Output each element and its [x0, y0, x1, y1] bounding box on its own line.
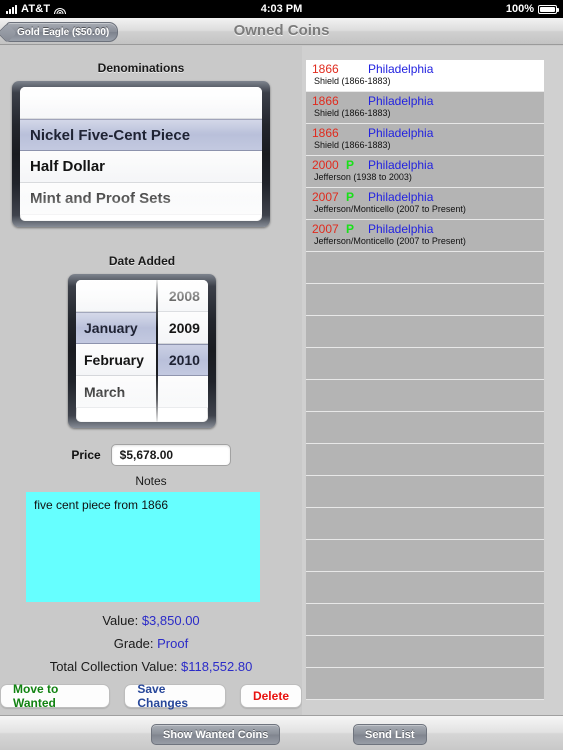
coin-year: 2000 — [312, 158, 339, 172]
date-added-section: Date Added January February March 2008 2… — [68, 254, 216, 428]
value-row: Value: $3,850.00 — [0, 613, 302, 628]
navigation-bar: Gold Eagle ($50.00) Owned Coins — [0, 18, 563, 45]
denominations-option[interactable] — [20, 87, 262, 119]
denominations-option[interactable]: Mint and Proof Sets — [20, 183, 262, 215]
price-input[interactable]: $5,678.00 — [110, 444, 231, 466]
price-label: Price — [71, 448, 101, 462]
date-added-picker[interactable]: January February March 2008 2009 2010 — [68, 274, 216, 428]
coin-mint-city: Philadelphia — [368, 222, 434, 236]
month-option[interactable] — [76, 280, 156, 312]
coin-mint-mark: P — [346, 190, 355, 204]
coin-list-empty-row[interactable] — [306, 380, 544, 412]
coin-list-pane[interactable]: 1866 Philadelphia Shield (1866-1883) 1866 Ph… — [302, 46, 563, 715]
coin-mint-city: Philadelphia — [368, 62, 434, 76]
app-root: AT&T 4:03 PM 100% Gold Eagle ($50.00) Ow… — [0, 0, 563, 750]
coin-description: Shield (1866-1883) — [314, 140, 391, 150]
date-added-wheel[interactable]: January February March 2008 2009 2010 — [76, 280, 208, 422]
value-amount: $3,850.00 — [141, 613, 200, 628]
coin-mint-mark: P — [346, 222, 355, 236]
coin-list-empty-row[interactable] — [306, 508, 544, 540]
denominations-option-selected[interactable]: Nickel Five-Cent Piece — [20, 119, 262, 151]
denominations-section: Denominations Nickel Five-Cent Piece Hal… — [12, 61, 270, 227]
month-option[interactable]: February — [76, 344, 156, 376]
coin-mint-city: Philadelphia — [368, 190, 434, 204]
status-bar: AT&T 4:03 PM 100% — [0, 0, 563, 18]
coin-list-empty-row[interactable] — [306, 252, 544, 284]
grade-value: Proof — [157, 636, 189, 651]
coin-list-empty-row[interactable] — [306, 348, 544, 380]
coin-list-empty-row[interactable] — [306, 572, 544, 604]
coin-list-empty-row[interactable] — [306, 412, 544, 444]
coin-mint-city: Philadelphia — [368, 94, 434, 108]
battery-percent-label: 100% — [505, 3, 534, 15]
notes-input[interactable]: five cent piece from 1866 — [26, 492, 260, 602]
coin-list-row[interactable]: 2007 P Philadelphia Jefferson/Monticello (2… — [306, 188, 544, 220]
coin-list-empty-row[interactable] — [306, 476, 544, 508]
status-bar-clock: 4:03 PM — [260, 3, 303, 15]
coin-list-row[interactable]: 1866 Philadelphia Shield (1866-1883) — [306, 60, 544, 92]
year-option[interactable] — [157, 376, 208, 408]
coin-year: 1866 — [312, 126, 339, 140]
value-label: Value: — [102, 613, 142, 628]
total-collection-value-label: Total Collection Value: — [49, 659, 181, 674]
show-wanted-coins-button[interactable]: Show Wanted Coins — [151, 724, 281, 745]
coin-list-empty-row[interactable] — [306, 316, 544, 348]
detail-pane: Denominations Nickel Five-Cent Piece Hal… — [0, 46, 302, 715]
denominations-label: Denominations — [97, 61, 185, 75]
coin-mint-mark: P — [346, 158, 355, 172]
coin-year: 1866 — [312, 94, 339, 108]
year-column[interactable]: 2008 2009 2010 — [157, 280, 208, 422]
coin-description: Jefferson/Monticello (2007 to Present) — [314, 236, 466, 246]
month-option[interactable]: March — [76, 376, 156, 408]
coin-list-row[interactable]: 1866 Philadelphia Shield (1866-1883) — [306, 92, 544, 124]
status-bar-right: 100% — [505, 3, 559, 15]
denominations-picker[interactable]: Nickel Five-Cent Piece Half Dollar Mint … — [12, 81, 270, 227]
coin-list-row[interactable]: 2007 P Philadelphia Jefferson/Monticello (2… — [306, 220, 544, 252]
coin-year: 1866 — [312, 62, 339, 76]
coin-mint-city: Philadelphia — [368, 158, 434, 172]
coin-list-row[interactable]: 2000 P Philadelphia Jefferson (1938 to 2003… — [306, 156, 544, 188]
coin-description: Jefferson (1938 to 2003) — [314, 172, 412, 182]
total-collection-value-row: Total Collection Value: $118,552.80 — [0, 659, 302, 674]
save-changes-button[interactable]: Save Changes — [124, 682, 226, 710]
denominations-option[interactable]: Half Dollar — [20, 151, 262, 183]
move-to-wanted-button[interactable]: Move to Wanted — [0, 682, 111, 710]
coin-year: 2007 — [312, 222, 339, 236]
notes-label: Notes — [135, 474, 167, 488]
bottom-toolbar: Show Wanted Coins Send List — [0, 715, 563, 750]
price-row: Price $5,678.00 — [0, 444, 302, 466]
delete-button[interactable]: Delete — [239, 684, 302, 708]
denominations-wheel[interactable]: Nickel Five-Cent Piece Half Dollar Mint … — [20, 87, 262, 221]
month-option-selected[interactable]: January — [76, 312, 156, 344]
coin-year: 2007 — [312, 190, 339, 204]
coin-description: Jefferson/Monticello (2007 to Present) — [314, 204, 466, 214]
coin-list-row[interactable]: 1866 Philadelphia Shield (1866-1883) — [306, 124, 544, 156]
coin-list[interactable]: 1866 Philadelphia Shield (1866-1883) 1866 Ph… — [306, 60, 544, 700]
coin-list-empty-row[interactable] — [306, 540, 544, 572]
date-added-label: Date Added — [108, 254, 176, 268]
year-option-selected[interactable]: 2010 — [157, 344, 208, 376]
coin-list-empty-row[interactable] — [306, 284, 544, 316]
coin-list-empty-row[interactable] — [306, 636, 544, 668]
coin-list-empty-row[interactable] — [306, 604, 544, 636]
action-button-row: Move to Wanted Save Changes Delete — [0, 682, 302, 710]
send-list-button[interactable]: Send List — [353, 724, 427, 745]
coin-mint-city: Philadelphia — [368, 126, 434, 140]
year-option[interactable]: 2009 — [157, 312, 208, 344]
coin-description: Shield (1866-1883) — [314, 108, 391, 118]
coin-description: Shield (1866-1883) — [314, 76, 391, 86]
month-column[interactable]: January February March — [76, 280, 158, 422]
coin-list-empty-row[interactable] — [306, 668, 544, 700]
grade-row: Grade: Proof — [0, 636, 302, 651]
grade-label: Grade: — [113, 636, 158, 651]
coin-list-empty-row[interactable] — [306, 444, 544, 476]
total-collection-value-amount: $118,552.80 — [180, 659, 253, 674]
year-option[interactable]: 2008 — [157, 280, 208, 312]
back-button-label: Gold Eagle ($50.00) — [17, 26, 110, 38]
battery-full-icon — [538, 4, 559, 14]
